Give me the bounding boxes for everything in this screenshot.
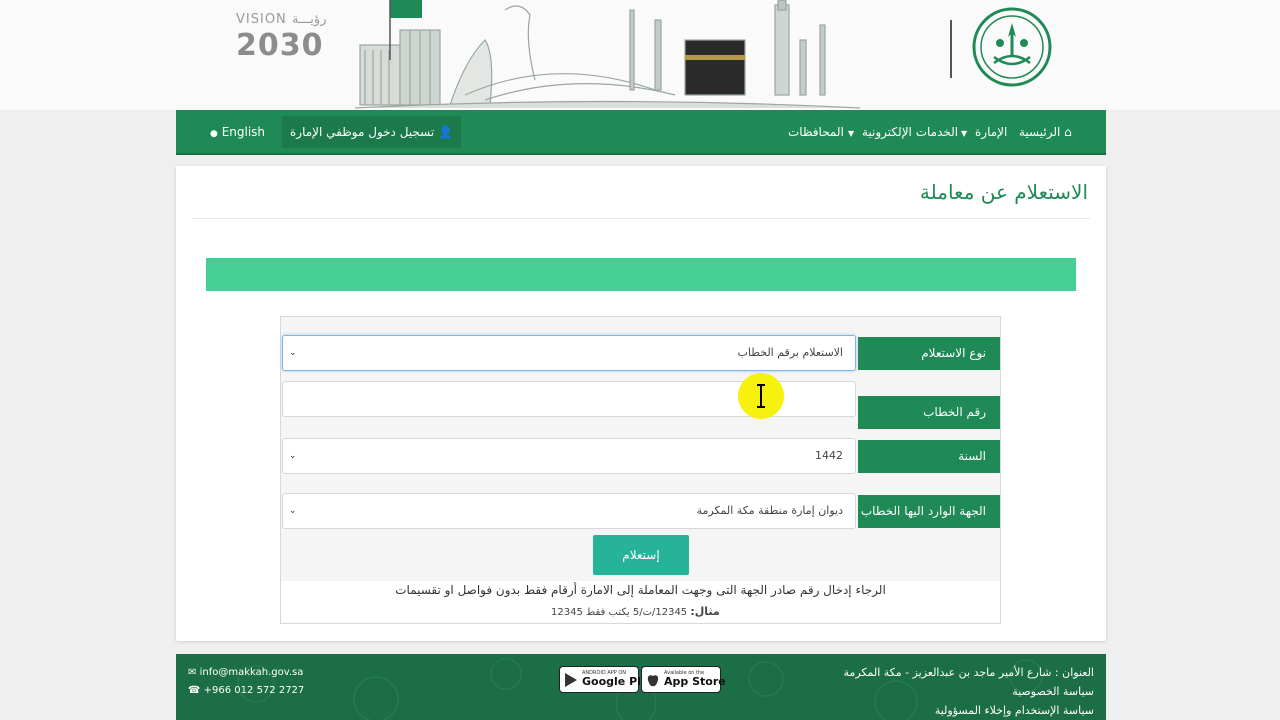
app-store-button[interactable]: Available on the App Store [641, 666, 726, 693]
nav-home[interactable]: ⌂ الرئيسية [1019, 110, 1072, 155]
envelope-icon: ✉ [188, 667, 197, 678]
phone-icon: ☎ [188, 685, 201, 696]
year-select[interactable]: 1442 ⌄ [282, 438, 856, 474]
language-switch[interactable]: ● English [210, 110, 265, 155]
header-banner: VISION رؤيـــة 2030 [0, 0, 1280, 110]
help-instructions: الرجاء إدخال رقم صادر الجهة التى وجهت ال… [395, 583, 886, 597]
footer-phone-text: +966 012 572 2727 [203, 685, 305, 696]
nav-eservices-label: الخدمات الإلكترونية [861, 125, 959, 139]
text-cursor-icon [757, 384, 765, 408]
vision-year: 2030 [236, 28, 324, 63]
nav-eservices[interactable]: الخدمات الإلكترونية ▼ [848, 110, 958, 155]
example-text: 12345/ت/5 يكتب فقط 12345 [551, 607, 688, 618]
inquiry-type-label: نوع الاستعلام [858, 337, 1000, 370]
nav-governorates[interactable]: المحافظات [788, 110, 844, 155]
recipient-label: الجهة الوارد اليها الخطاب [858, 495, 1000, 528]
language-label: English [221, 125, 266, 139]
footer-terms-link[interactable]: سياسة الإستخدام وإخلاء المسؤولية [935, 704, 1094, 717]
footer-privacy-link[interactable]: سياسة الخصوصية [1012, 685, 1094, 698]
globe-icon: ● [210, 129, 218, 139]
google-play-button[interactable]: ANDROID APP ON Google Play [559, 666, 655, 693]
home-icon: ⌂ [1064, 125, 1072, 139]
example-label: مثال: [690, 605, 720, 618]
chevron-down-icon: ⌄ [289, 348, 297, 358]
vision-2030-logo: VISION رؤيـــة 2030 [236, 10, 346, 70]
footer-address: العنوان : شارع الأمير ماجد بن عبدالعزيز … [843, 666, 1094, 679]
chevron-down-icon: ⌄ [289, 451, 297, 461]
status-alert-bar [206, 258, 1076, 291]
inquiry-type-select[interactable]: الاستعلام برقم الخطاب ⌄ [282, 335, 856, 371]
caret-down-icon: ▼ [848, 129, 855, 138]
nav-emirate[interactable]: الإمارة ▼ [961, 110, 1007, 155]
apple-icon [647, 675, 659, 687]
nav-emirate-label: الإمارة [974, 125, 1008, 139]
inquiry-form: نوع الاستعلام الاستعلام برقم الخطاب ⌄ رق… [280, 316, 1001, 624]
help-text-area: الرجاء إدخال رقم صادر الجهة التى وجهت ال… [281, 581, 1000, 623]
page-title: الاستعلام عن معاملة [919, 180, 1088, 204]
vision-label: VISION رؤيـــة [236, 12, 327, 27]
letter-number-label: رقم الخطاب [858, 396, 1000, 429]
recipient-select[interactable]: ديوان إمارة منطقة مكة المكرمة ⌄ [282, 493, 856, 529]
user-icon: 👤 [438, 125, 453, 139]
chevron-down-icon: ⌄ [289, 506, 297, 516]
google-play-icon [565, 673, 577, 687]
help-example: مثال: 12345/ت/5 يكتب فقط 12345 [551, 605, 720, 618]
year-label: السنة [858, 440, 1000, 473]
inquiry-type-value: الاستعلام برقم الخطاب [737, 346, 844, 359]
title-divider [192, 218, 1090, 219]
inquiry-card: الاستعلام عن معاملة نوع الاستعلام الاستع… [176, 166, 1106, 641]
nav-home-label: الرئيسية [1019, 125, 1061, 139]
ministry-emblem-logo [972, 7, 1052, 87]
site-footer: العنوان : شارع الأمير ماجد بن عبدالعزيز … [176, 654, 1106, 720]
footer-email[interactable]: ✉ info@makkah.gov.sa [188, 667, 303, 678]
footer-email-text: info@makkah.gov.sa [199, 667, 304, 678]
recipient-value: ديوان إمارة منطقة مكة المكرمة [696, 504, 843, 517]
employee-login-label: تسجيل دخول موظفي الإمارة [290, 125, 435, 139]
main-navbar: ⌂ الرئيسية الإمارة ▼ الخدمات الإلكترونية… [176, 110, 1106, 155]
makkah-skyline-illustration [355, 0, 860, 109]
banner-divider [950, 20, 952, 78]
app-store-label: App Store [664, 675, 726, 688]
nav-governorates-label: المحافظات [788, 125, 844, 139]
employee-login-button[interactable]: 👤 تسجيل دخول موظفي الإمارة [282, 116, 461, 148]
inquiry-submit-button[interactable]: إستعلام [593, 535, 689, 575]
caret-down-icon: ▼ [961, 129, 968, 138]
year-value: 1442 [815, 449, 843, 462]
footer-phone[interactable]: ☎ +966 012 572 2727 [188, 685, 304, 696]
